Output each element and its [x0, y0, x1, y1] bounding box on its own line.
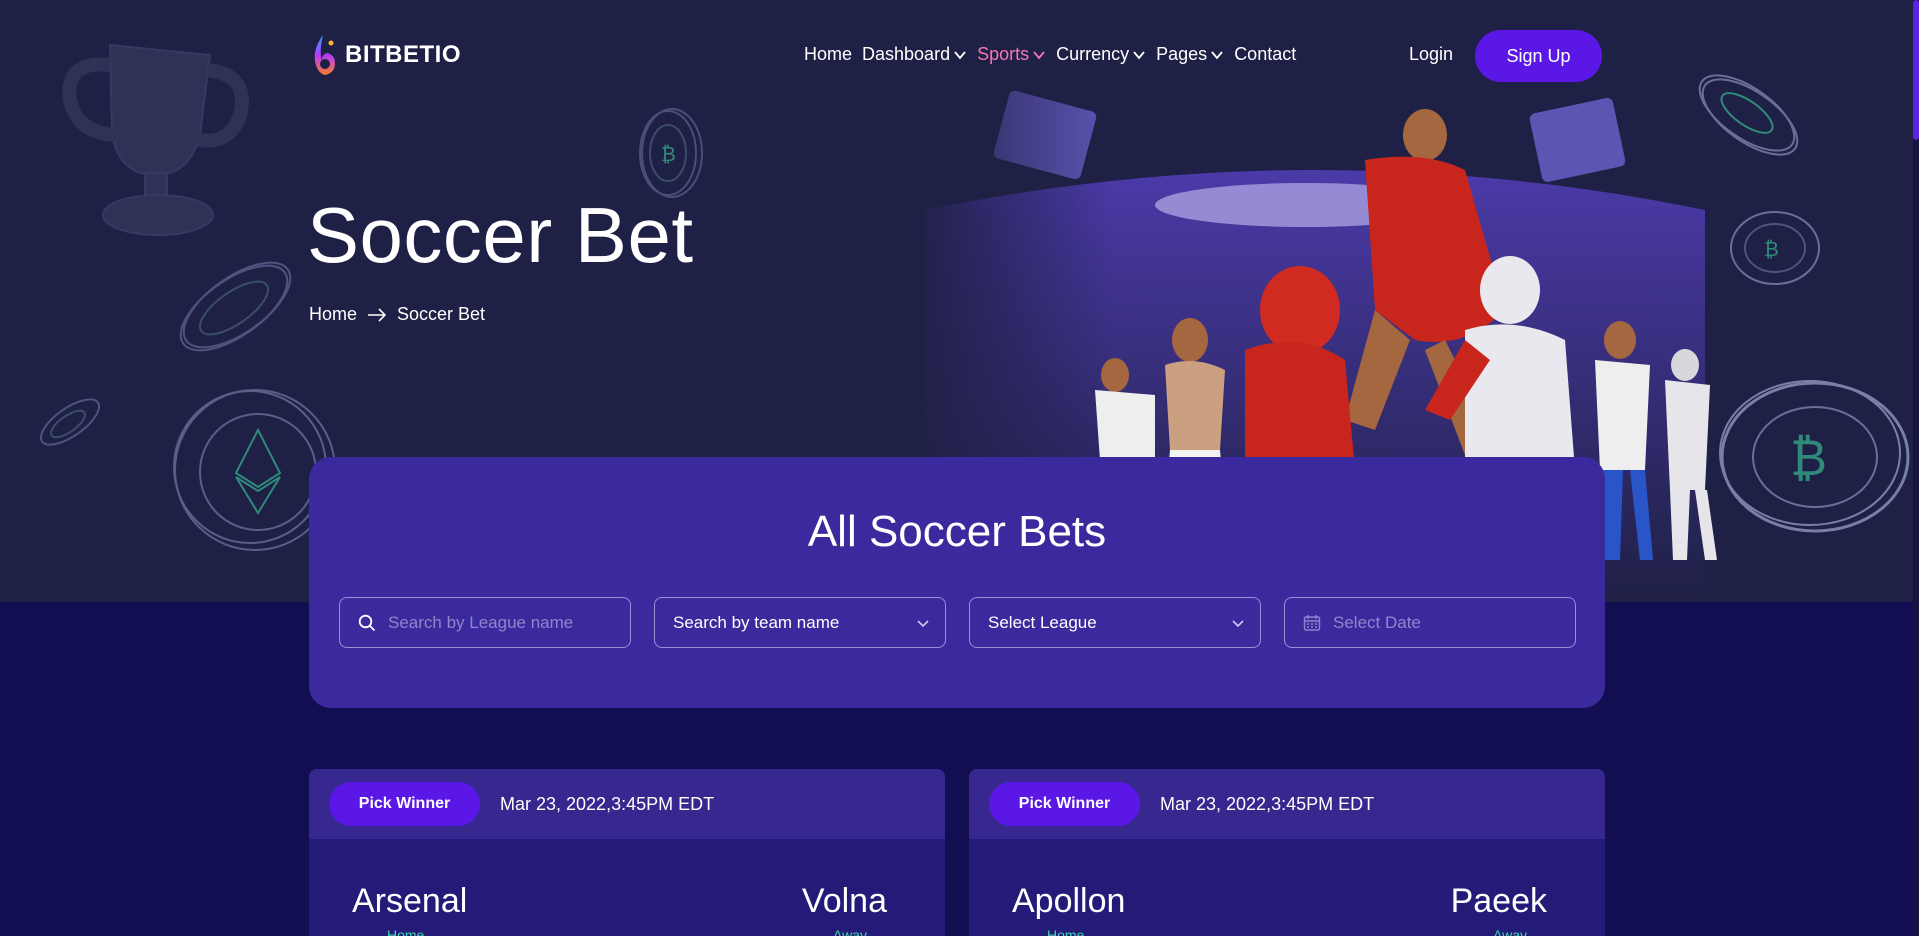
calendar-icon [1303, 614, 1321, 631]
home-label: Home [1047, 927, 1085, 936]
team-select[interactable]: Search by team name [654, 597, 946, 648]
coin-icon [179, 261, 292, 352]
home-team-name: Arsenal [352, 882, 468, 920]
match-card: Pick Winner Mar 23, 2022,3:45PM EDT Apol… [969, 769, 1605, 936]
filter-title: All Soccer Bets [807, 507, 1107, 556]
nav-dashboard[interactable]: Dashboard [862, 44, 967, 65]
nav-sports[interactable]: Sports [977, 44, 1046, 65]
match-date: Mar 23, 2022,3:45PM EDT [1160, 793, 1375, 814]
signup-button[interactable]: Sign Up [1475, 30, 1602, 82]
page-title: Soccer Bet [307, 191, 694, 279]
main-nav: Home Dashboard Sports Currency Pages Con… [804, 44, 1306, 65]
nav-home-label: Home [804, 44, 853, 64]
page-scrollbar[interactable] [1913, 0, 1919, 936]
nav-currency[interactable]: Currency [1056, 44, 1146, 65]
chevron-down-icon [1232, 620, 1244, 628]
arrow-right-icon [368, 307, 387, 322]
filter-panel: All Soccer Bets Search by League name Se… [309, 457, 1605, 708]
login-link[interactable]: Login [1409, 44, 1453, 65]
date-input[interactable]: Select Date [1284, 597, 1576, 648]
coin-icon [40, 398, 100, 446]
league-select-value: Select League [988, 612, 1097, 632]
chevron-down-icon [1211, 50, 1223, 59]
nav-dashboard-label: Dashboard [862, 44, 951, 64]
date-placeholder: Select Date [1333, 612, 1421, 632]
chevron-down-icon [1133, 50, 1145, 59]
trophy-icon [62, 43, 249, 236]
coin-icon: ₿ [1730, 211, 1820, 285]
nav-currency-label: Currency [1056, 44, 1130, 64]
match-date: Mar 23, 2022,3:45PM EDT [500, 793, 715, 814]
nav-contact[interactable]: Contact [1234, 44, 1296, 65]
scrollbar-thumb[interactable] [1913, 0, 1919, 140]
away-label: Away [1493, 927, 1527, 936]
svg-text:₿: ₿ [661, 142, 676, 166]
home-team-name: Apollon [1012, 882, 1126, 920]
brand-name: BITBETIO [345, 41, 461, 68]
nav-home[interactable]: Home [804, 44, 852, 65]
svg-text:₿: ₿ [1764, 237, 1779, 261]
pick-winner-button[interactable]: Pick Winner [329, 782, 480, 826]
nav-contact-label: Contact [1234, 44, 1297, 64]
chevron-down-icon [917, 620, 929, 628]
away-team-name: Paeek [1450, 882, 1547, 920]
nav-pages-label: Pages [1156, 44, 1208, 64]
team-select-value: Search by team name [673, 612, 840, 632]
match-card-header: Pick Winner Mar 23, 2022,3:45PM EDT [309, 769, 945, 839]
breadcrumb-current: Soccer Bet [397, 304, 486, 324]
chevron-down-icon [1033, 50, 1045, 59]
home-label: Home [387, 927, 425, 936]
svg-text:₿: ₿ [1790, 429, 1827, 487]
breadcrumb: Home Soccer Bet [309, 304, 485, 325]
match-card-header: Pick Winner Mar 23, 2022,3:45PM EDT [969, 769, 1605, 839]
league-search-placeholder: Search by League name [388, 612, 574, 632]
chevron-down-icon [954, 50, 966, 59]
brand-logo[interactable]: BITBETIO [309, 33, 461, 77]
bitcoin-coin-icon: ₿ [1719, 380, 1910, 533]
match-card: Pick Winner Mar 23, 2022,3:45PM EDT Arse… [309, 769, 945, 936]
away-label: Away [833, 927, 867, 936]
league-search-input[interactable]: Search by League name [339, 597, 631, 648]
away-team-name: Volna [801, 882, 887, 920]
nav-sports-label: Sports [977, 44, 1030, 64]
coin-icon: ₿ [639, 108, 703, 198]
league-select[interactable]: Select League [969, 597, 1261, 648]
search-icon [358, 614, 376, 631]
pick-winner-button[interactable]: Pick Winner [989, 782, 1140, 826]
breadcrumb-home[interactable]: Home [309, 304, 357, 325]
logo-flame-icon [314, 35, 335, 75]
nav-pages[interactable]: Pages [1156, 44, 1224, 65]
